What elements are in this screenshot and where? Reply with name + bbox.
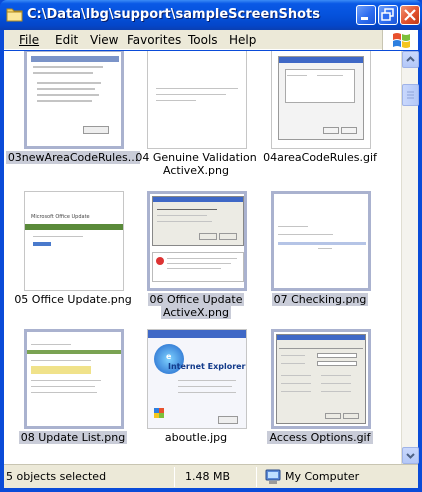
- file-name: 07 Checking.png: [271, 293, 369, 306]
- file-caption: 07 Checking.png: [245, 293, 395, 306]
- menu-help-label: Help: [229, 33, 257, 47]
- file-name: 04 Genuine Validation: [135, 151, 257, 164]
- explorer-window: C:\Data\lbg\support\sampleScreenShots Fi…: [0, 0, 422, 492]
- status-selection: 5 objects selected: [6, 470, 107, 483]
- file-name: aboutIe.jpg: [164, 431, 228, 444]
- file-thumbnail: Microsoft Office Update: [24, 191, 124, 291]
- menu-view-label: View: [90, 33, 119, 47]
- grip-icon: [407, 91, 414, 99]
- status-bar: 5 objects selected 1.48 MB My Computer: [4, 464, 418, 488]
- minimize-icon: [361, 17, 368, 20]
- thumbnail-text: Internet Explorer: [168, 362, 246, 371]
- file-thumbnail: [271, 191, 371, 291]
- file-name-ext: ActiveX.png: [161, 306, 231, 319]
- status-divider: [174, 467, 175, 487]
- file-thumbnail: [271, 329, 371, 429]
- menu-favorites[interactable]: Favorites: [127, 33, 181, 47]
- computer-icon: [265, 469, 281, 484]
- menu-tools-label: Tools: [188, 33, 218, 47]
- windows-flag-icon: [393, 33, 410, 48]
- maximize-button[interactable]: [378, 5, 398, 25]
- file-thumbnail: e Internet Explorer: [147, 329, 247, 429]
- file-thumbnail: [24, 51, 124, 149]
- menu-file-label: File: [19, 33, 40, 47]
- scroll-down-button[interactable]: [402, 447, 419, 464]
- menu-bar: File Edit View Favorites Tools Help: [4, 30, 418, 50]
- file-thumbnail: [147, 51, 247, 149]
- file-name-ext: ActiveX.png: [163, 164, 229, 177]
- menu-file[interactable]: File: [19, 33, 39, 47]
- scroll-thumb[interactable]: [402, 84, 419, 106]
- thumbnail-text: Microsoft Office Update: [31, 214, 90, 220]
- maximize-icon: [381, 8, 394, 21]
- menu-tools[interactable]: Tools: [188, 33, 218, 47]
- file-thumbnail: [271, 51, 371, 149]
- file-name: 04areaCodeRules.gif: [263, 151, 377, 164]
- windows-logo: [382, 30, 418, 50]
- menu-edit-label: Edit: [55, 33, 79, 47]
- minimize-button[interactable]: [356, 5, 376, 25]
- vertical-scrollbar[interactable]: [401, 51, 419, 464]
- file-name: 06 Office Update: [147, 293, 245, 306]
- chevron-up-icon: [406, 56, 415, 62]
- status-divider: [256, 467, 257, 487]
- file-thumbnail: [24, 329, 124, 429]
- menu-view[interactable]: View: [90, 33, 118, 47]
- file-name: 08 Update List.png: [18, 431, 128, 444]
- chevron-down-icon: [406, 453, 415, 459]
- menu-favorites-label: Favorites: [127, 33, 182, 47]
- close-icon: [404, 9, 416, 21]
- status-size: 1.48 MB: [185, 470, 231, 483]
- file-caption: Access Options.gif: [245, 431, 395, 444]
- menu-edit[interactable]: Edit: [55, 33, 78, 47]
- file-caption: 04areaCodeRules.gif: [245, 151, 395, 164]
- file-name: Access Options.gif: [267, 431, 373, 444]
- file-list-view[interactable]: 03newAreaCodeRules... 04 Genuine Validat…: [4, 51, 401, 464]
- menu-help[interactable]: Help: [229, 33, 256, 47]
- scroll-up-button[interactable]: [402, 51, 419, 68]
- close-button[interactable]: [400, 5, 420, 25]
- folder-icon: [6, 8, 23, 22]
- file-thumbnail: [147, 191, 247, 291]
- status-zone: My Computer: [285, 470, 360, 483]
- file-name: 05 Office Update.png: [14, 293, 132, 306]
- window-title: C:\Data\lbg\support\sampleScreenShots: [27, 7, 321, 22]
- title-bar[interactable]: C:\Data\lbg\support\sampleScreenShots: [0, 0, 422, 30]
